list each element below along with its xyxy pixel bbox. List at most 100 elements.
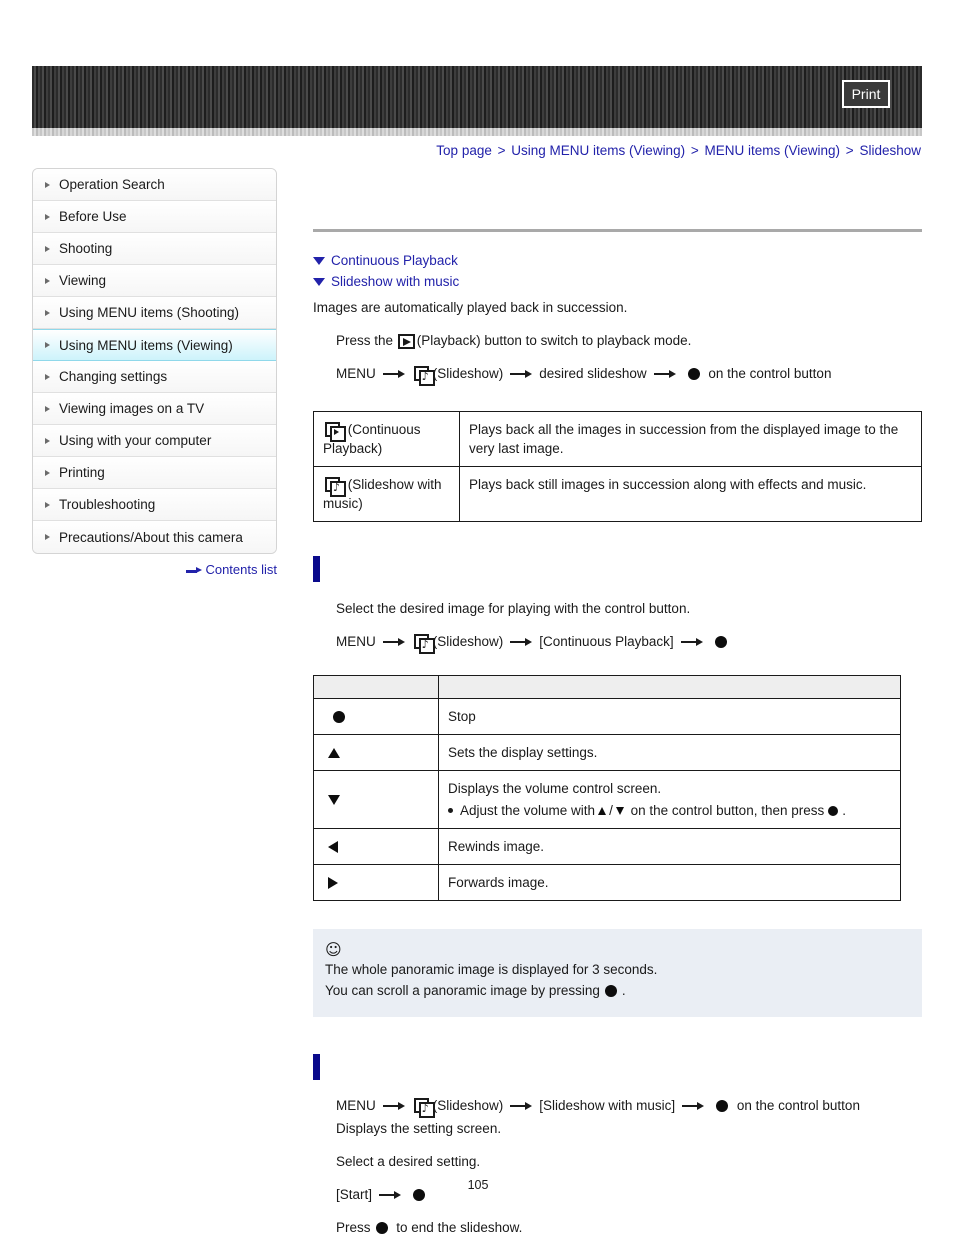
anchor-label: Slideshow with music	[331, 274, 460, 289]
main-content: Continuous Playback Slideshow with music…	[313, 168, 922, 1238]
center-button-icon	[375, 1222, 388, 1234]
sidebar-item-using-menu-items-viewing[interactable]: Using MENU items (Viewing)	[33, 329, 276, 361]
chevron-right-icon	[45, 213, 50, 220]
step-suffix: on the control button	[708, 366, 832, 381]
breadcrumb-item-using-menu-items-viewing[interactable]: Using MENU items (Viewing)	[511, 143, 685, 158]
sidebar-item-operation-search[interactable]: Operation Search	[33, 169, 276, 201]
breadcrumb-separator: >	[497, 143, 506, 158]
chevron-right-icon	[45, 245, 50, 252]
chevron-right-icon	[45, 469, 50, 476]
control-description: Sets the display settings.	[438, 734, 901, 771]
slideshow-label: (Slideshow)	[432, 366, 504, 381]
section-marker-continuous-playback	[313, 556, 320, 582]
title-divider	[313, 229, 922, 232]
sidebar-item-label: Using with your computer	[59, 433, 212, 448]
sidebar-item-label: Viewing images on a TV	[59, 401, 205, 416]
chevron-right-icon	[45, 277, 50, 284]
slideshow-icon: ♪	[413, 1098, 435, 1118]
sidebar-item-shooting[interactable]: Shooting	[33, 233, 276, 265]
step-slideshow-with-music: MENU ♪ (Slideshow) [Slideshow with music…	[336, 1096, 922, 1118]
sidebar-item-using-menu-items-shooting[interactable]: Using MENU items (Shooting)	[33, 297, 276, 329]
mode-description: Plays back all the images in succession …	[459, 411, 922, 467]
control-bullet-adjust-volume: Adjust the volume with / on the control …	[448, 801, 891, 820]
anchor-continuous-playback[interactable]: Continuous Playback	[313, 253, 922, 268]
sidebar-item-precautions-about-this-camera[interactable]: Precautions/About this camera	[33, 521, 276, 553]
page-number: 105	[467, 1178, 489, 1192]
chevron-right-icon	[45, 405, 50, 412]
mode-cell-continuous-playback: (Continuous Playback)	[313, 411, 460, 467]
sidebar-item-using-with-your-computer[interactable]: Using with your computer	[33, 425, 276, 457]
sidebar-item-label: Precautions/About this camera	[59, 529, 243, 545]
center-button-icon	[333, 711, 345, 724]
breadcrumb-item-top-page[interactable]: Top page	[436, 143, 492, 158]
mode-description: Plays back still images in succession al…	[459, 466, 922, 522]
arrow-right-step-icon	[653, 370, 676, 379]
chevron-right-icon	[45, 501, 50, 508]
triangle-down-icon	[615, 806, 624, 815]
control-key-center	[313, 698, 439, 735]
bullet-middle: on the control button, then press	[630, 803, 825, 818]
sidebar-item-changing-settings[interactable]: Changing settings	[33, 361, 276, 393]
table-row: Stop	[313, 698, 901, 735]
control-description: Displays the volume control screen.	[448, 781, 662, 796]
chevron-right-icon	[45, 534, 50, 540]
step-target: [Continuous Playback]	[539, 634, 674, 649]
anchor-slideshow-with-music[interactable]: Slideshow with music	[313, 274, 922, 289]
step-continuous-playback: MENU ♪ (Slideshow) [Continuous Playback]	[336, 632, 922, 654]
triangle-right-icon	[328, 877, 338, 890]
sidebar-item-label: Changing settings	[59, 369, 168, 384]
sidebar-item-viewing[interactable]: Viewing	[33, 265, 276, 297]
chevron-right-icon	[45, 373, 50, 380]
sidebar-item-printing[interactable]: Printing	[33, 457, 276, 489]
table-row: Rewinds image.	[313, 828, 901, 865]
arrow-right-step-icon	[510, 638, 533, 647]
center-button-icon	[687, 368, 700, 380]
sidebar-item-troubleshooting[interactable]: Troubleshooting	[33, 489, 276, 521]
center-button-icon	[714, 636, 727, 648]
intro-text: Images are automatically played back in …	[313, 300, 628, 315]
breadcrumb-item-menu-items-viewing[interactable]: MENU items (Viewing)	[705, 143, 841, 158]
slideshow-label: (Slideshow)	[432, 1098, 504, 1113]
line-displays-setting-screen: Displays the setting screen.	[336, 1121, 502, 1136]
step-press-to-end: Press to end the slideshow.	[336, 1218, 922, 1238]
step-prefix: Press the	[336, 333, 394, 348]
triangle-up-icon	[598, 806, 607, 815]
breadcrumb-item-slideshow[interactable]: Slideshow	[859, 143, 921, 158]
control-key-up	[313, 734, 439, 771]
control-description: Rewinds image.	[438, 828, 901, 865]
sidebar-item-label: Using MENU items (Viewing)	[59, 337, 233, 353]
sidebar-item-label: Viewing	[59, 273, 107, 288]
arrow-right-step-icon	[382, 638, 405, 647]
mode-cell-slideshow-with-music: ♪ (Slideshow with music)	[313, 466, 460, 522]
sidebar-item-label: Shooting	[59, 241, 113, 256]
table-header-row	[313, 675, 901, 699]
tip-line-1: The whole panoramic image is displayed f…	[325, 962, 658, 977]
arrow-right-step-icon	[382, 370, 405, 379]
step-target: desired slideshow	[539, 366, 647, 381]
menu-label: MENU	[336, 634, 376, 649]
sidebar-item-before-use[interactable]: Before Use	[33, 201, 276, 233]
lightbulb-icon: ☺	[325, 940, 342, 959]
step-menu-slideshow: MENU ♪ (Slideshow) desired slideshow on …	[336, 364, 922, 386]
table-row: ♪ (Slideshow with music) Plays back stil…	[313, 466, 922, 522]
menu-label: MENU	[336, 1098, 376, 1113]
tip-prefix: You can scroll a panoramic image by pres…	[325, 983, 600, 998]
sidebar-item-label: Operation Search	[59, 177, 165, 192]
triangle-left-icon	[328, 841, 338, 854]
triangle-down-icon	[328, 795, 340, 806]
center-button-icon	[604, 984, 617, 997]
press-suffix: to end the slideshow.	[396, 1220, 523, 1235]
chevron-right-icon	[45, 309, 50, 316]
arrow-right-step-icon	[382, 1102, 405, 1111]
print-button[interactable]: Print	[842, 80, 890, 108]
sidebar-item-label: Using MENU items (Shooting)	[59, 305, 240, 320]
tip-note-box: ☺﻿ The whole panoramic image is displaye…	[313, 929, 922, 1017]
chevron-right-icon	[45, 181, 50, 188]
bullet-separator: /	[609, 803, 613, 818]
sidebar-item-viewing-images-on-a-tv[interactable]: Viewing images on a TV	[33, 393, 276, 425]
arrow-right-step-icon	[682, 1102, 705, 1111]
column-header-description	[438, 675, 901, 699]
sidebar-item-label: Troubleshooting	[59, 497, 156, 512]
sidebar-item-label: Before Use	[59, 209, 127, 224]
contents-list-link[interactable]: Contents list	[32, 562, 277, 577]
